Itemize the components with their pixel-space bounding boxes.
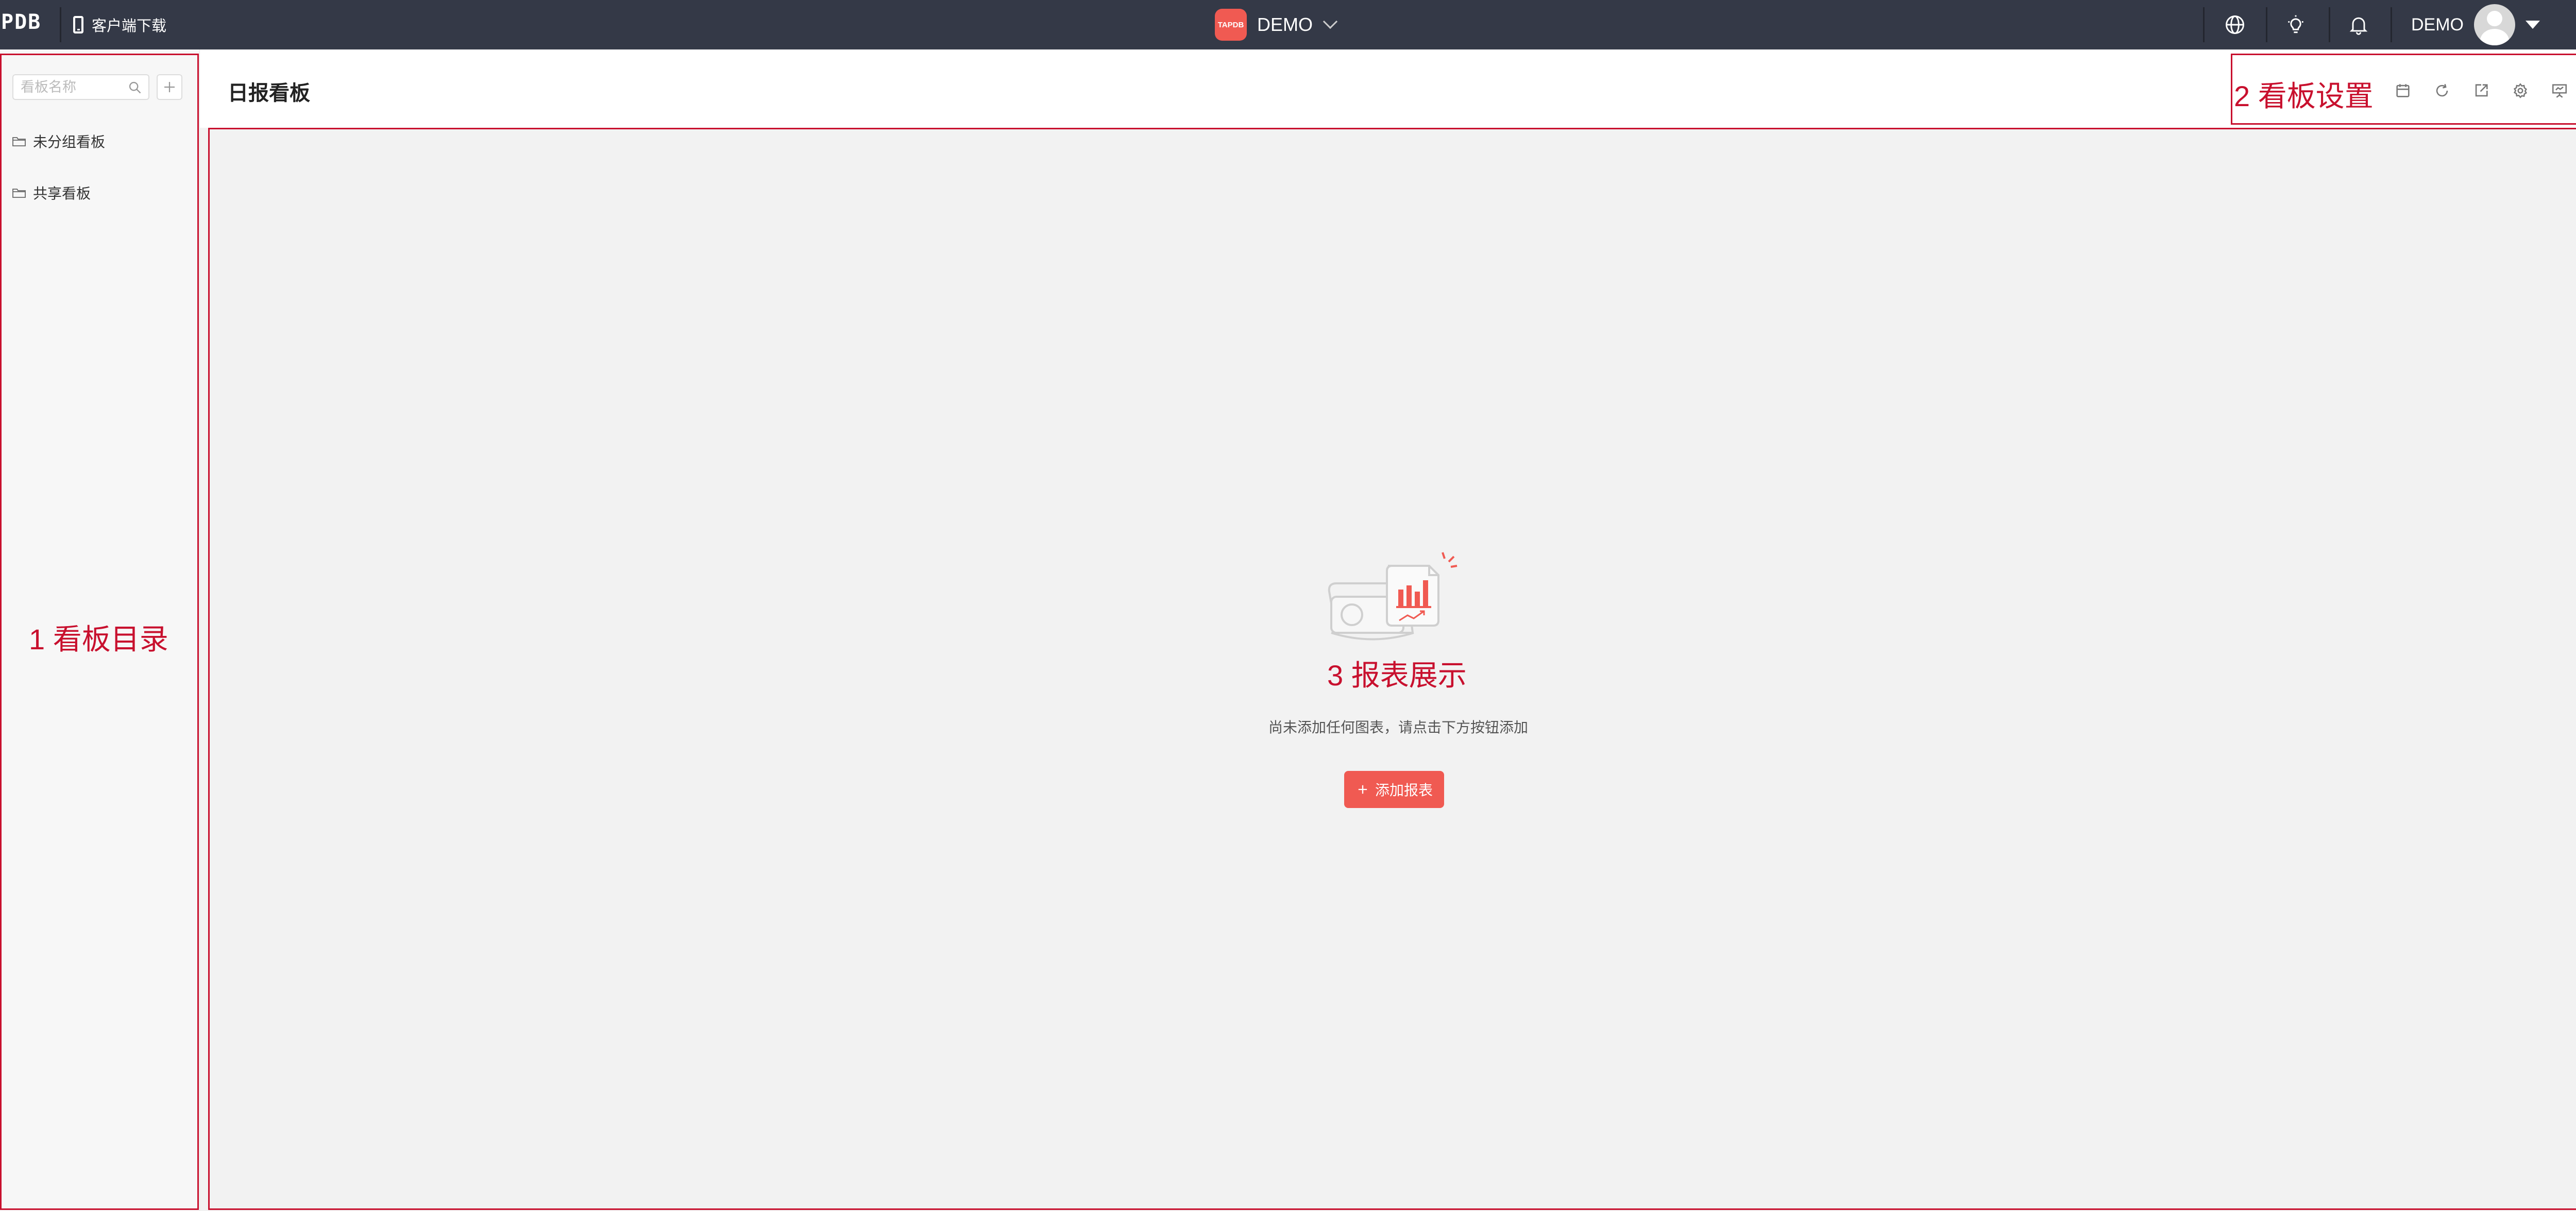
caret-down-icon	[2526, 21, 2540, 29]
folder-item-shared[interactable]: 共享看板	[12, 182, 91, 203]
project-name: DEMO	[1257, 14, 1313, 35]
add-report-button[interactable]: 添加报表	[1344, 771, 1444, 808]
add-report-label: 添加报表	[1375, 782, 1433, 798]
refresh-icon[interactable]	[2431, 79, 2453, 102]
globe-icon[interactable]	[2221, 10, 2249, 39]
calendar-icon[interactable]	[2392, 79, 2414, 102]
annotation-label-settings: 2 看板设置	[2234, 80, 2374, 112]
annotation-label-sidebar: 1 看板目录	[29, 623, 168, 655]
lightbulb-icon[interactable]	[2281, 10, 2310, 39]
divider	[60, 7, 61, 42]
page-title: 日报看板	[228, 82, 310, 105]
dashboard-search	[12, 74, 149, 100]
divider	[2203, 7, 2205, 42]
empty-state-message: 尚未添加任何图表，请点击下方按钮添加	[1268, 719, 1528, 735]
presentation-icon[interactable]	[2548, 79, 2571, 102]
chevron-down-icon	[1323, 14, 1338, 29]
client-download-label: 客户端下载	[92, 18, 167, 35]
add-dashboard-button[interactable]	[157, 74, 182, 100]
search-icon[interactable]	[128, 80, 142, 95]
avatar	[2474, 4, 2515, 45]
dashboard-header: 日报看板	[200, 49, 2576, 128]
plus-icon	[164, 82, 175, 92]
folder-item-ungrouped[interactable]: 未分组看板	[12, 131, 105, 152]
divider	[2329, 7, 2330, 42]
top-navigation-bar: PDB 客户端下载 TAPDB DEMO DEMO	[0, 0, 2576, 49]
folder-icon	[12, 137, 26, 146]
folder-label: 共享看板	[33, 186, 91, 201]
folder-label: 未分组看板	[33, 134, 106, 150]
plus-icon	[1358, 785, 1367, 794]
dashboard-search-input[interactable]	[21, 78, 124, 96]
folder-icon	[12, 189, 26, 198]
divider	[2266, 7, 2267, 42]
gear-icon[interactable]	[2509, 79, 2532, 102]
bell-icon[interactable]	[2344, 10, 2373, 39]
annotation-label-report: 3 报表展示	[1327, 659, 1467, 692]
divider	[2391, 7, 2392, 42]
empty-state-illustration	[1321, 530, 1476, 648]
user-name: DEMO	[2411, 14, 2464, 35]
project-logo: TAPDB	[1215, 9, 1247, 41]
client-download-link[interactable]: 客户端下载	[73, 14, 166, 35]
export-icon[interactable]	[2470, 79, 2493, 102]
project-selector[interactable]: TAPDB DEMO	[1215, 8, 1338, 41]
phone-icon	[73, 16, 83, 33]
app-logo[interactable]: PDB	[1, 10, 41, 34]
user-menu[interactable]: DEMO	[2411, 4, 2540, 45]
